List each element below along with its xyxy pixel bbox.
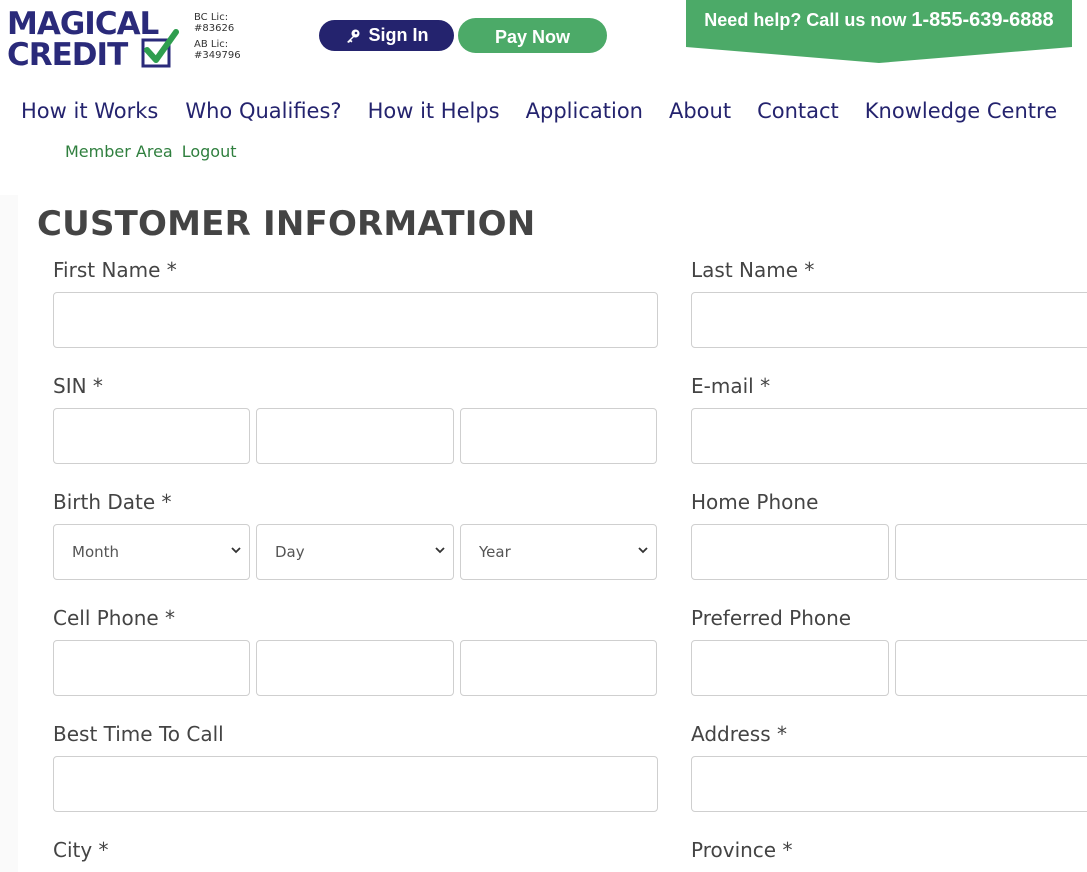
preferred-phone-area-input[interactable] bbox=[691, 640, 889, 696]
pay-now-label: Pay Now bbox=[494, 27, 571, 47]
member-area-link[interactable]: Member Area bbox=[65, 142, 173, 161]
sign-in-label: Sign In bbox=[368, 25, 429, 45]
birth-day-select[interactable]: Day bbox=[256, 524, 454, 580]
home-phone-area-input[interactable] bbox=[691, 524, 889, 580]
magical-credit-logo[interactable]: MAGICAL CREDIT bbox=[7, 6, 179, 73]
logout-link[interactable]: Logout bbox=[182, 142, 237, 161]
page-title: CUSTOMER INFORMATION bbox=[37, 204, 536, 244]
best-time-input[interactable] bbox=[53, 756, 658, 812]
cell-phone-area-input[interactable] bbox=[53, 640, 250, 696]
sin-part1-input[interactable] bbox=[53, 408, 250, 464]
best-time-label: Best Time To Call bbox=[53, 722, 224, 746]
ab-license-label: AB Lic: bbox=[194, 39, 229, 50]
home-phone-prefix-input[interactable] bbox=[895, 524, 1087, 580]
sin-part2-input[interactable] bbox=[256, 408, 454, 464]
chevron-down-icon bbox=[435, 547, 445, 554]
logo-line2: CREDIT bbox=[7, 37, 128, 73]
sin-label: SIN * bbox=[53, 374, 103, 398]
birth-day-value: Day bbox=[275, 543, 305, 561]
address-input[interactable] bbox=[691, 756, 1087, 812]
nav-who-qualifies[interactable]: Who Qualifies? bbox=[185, 99, 341, 123]
city-label: City * bbox=[53, 838, 109, 862]
nav-how-it-helps[interactable]: How it Helps bbox=[368, 99, 500, 123]
province-label: Province * bbox=[691, 838, 793, 862]
cell-phone-label: Cell Phone * bbox=[53, 606, 176, 630]
ab-license: AB Lic: #349796 bbox=[194, 39, 241, 61]
first-name-input[interactable] bbox=[53, 292, 658, 348]
help-text: Need help? Call us now 1-855-639-6888 bbox=[686, 9, 1072, 32]
last-name-label: Last Name * bbox=[691, 258, 815, 282]
chevron-down-icon bbox=[638, 547, 648, 554]
help-prompt: Need help? Call us now bbox=[704, 10, 907, 30]
main-nav: How it Works Who Qualifies? How it Helps… bbox=[21, 99, 1057, 123]
email-input[interactable] bbox=[691, 408, 1087, 464]
address-label: Address * bbox=[691, 722, 788, 746]
birth-date-label: Birth Date * bbox=[53, 490, 172, 514]
nav-application[interactable]: Application bbox=[526, 99, 643, 123]
sign-in-button[interactable]: Sign In bbox=[319, 20, 454, 51]
nav-contact[interactable]: Contact bbox=[757, 99, 839, 123]
site-header: MAGICAL CREDIT BC Lic: #83626 AB Lic: #3… bbox=[0, 0, 1087, 195]
bc-license-number: #83626 bbox=[194, 23, 235, 34]
last-name-input[interactable] bbox=[691, 292, 1087, 348]
birth-year-select[interactable]: Year bbox=[460, 524, 657, 580]
pay-now-button[interactable]: Pay Now bbox=[458, 18, 607, 53]
help-phone[interactable]: 1-855-639-6888 bbox=[911, 9, 1053, 31]
home-phone-label: Home Phone bbox=[691, 490, 819, 514]
cell-phone-line-input[interactable] bbox=[460, 640, 657, 696]
first-name-label: First Name * bbox=[53, 258, 177, 282]
birth-month-value: Month bbox=[72, 543, 120, 561]
nav-how-it-works[interactable]: How it Works bbox=[21, 99, 158, 123]
help-banner[interactable]: Need help? Call us now 1-855-639-6888 bbox=[686, 0, 1072, 63]
preferred-phone-label: Preferred Phone bbox=[691, 606, 852, 630]
cell-phone-prefix-input[interactable] bbox=[256, 640, 454, 696]
key-icon bbox=[346, 29, 359, 43]
chevron-down-icon bbox=[231, 547, 241, 554]
birth-year-value: Year bbox=[479, 543, 511, 561]
ab-license-number: #349796 bbox=[194, 50, 241, 61]
bc-license: BC Lic: #83626 bbox=[194, 12, 234, 34]
bc-license-label: BC Lic: bbox=[194, 12, 229, 23]
checkmark-icon bbox=[141, 29, 179, 68]
sin-part3-input[interactable] bbox=[460, 408, 657, 464]
email-label: E-mail * bbox=[691, 374, 771, 398]
nav-knowledge-centre[interactable]: Knowledge Centre bbox=[865, 99, 1057, 123]
sub-nav: Member Area Logout bbox=[65, 142, 237, 161]
nav-about[interactable]: About bbox=[669, 99, 731, 123]
birth-month-select[interactable]: Month bbox=[53, 524, 250, 580]
preferred-phone-prefix-input[interactable] bbox=[895, 640, 1087, 696]
